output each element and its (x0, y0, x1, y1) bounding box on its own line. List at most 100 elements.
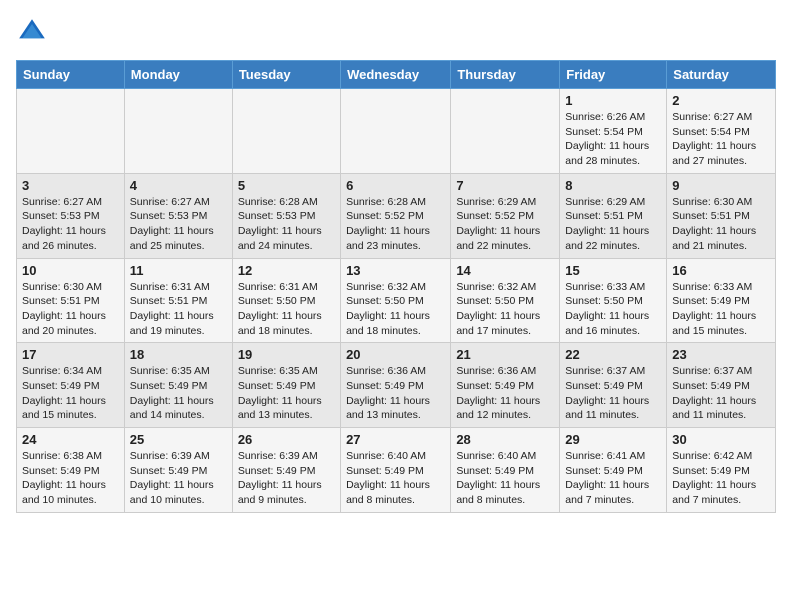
day-number: 2 (672, 93, 770, 108)
day-info: Sunrise: 6:32 AM Sunset: 5:50 PM Dayligh… (346, 280, 445, 339)
weekday-header-friday: Friday (560, 61, 667, 89)
calendar-cell: 18 Sunrise: 6:35 AM Sunset: 5:49 PM Dayli… (124, 343, 232, 428)
calendar-cell: 30Sunrise: 6:42 AM Sunset: 5:49 PM Dayli… (667, 428, 776, 513)
day-number: 1 (565, 93, 661, 108)
day-number: 24 (22, 432, 119, 447)
day-info: Sunrise: 6:27 AM Sunset: 5:53 PM Dayligh… (130, 195, 227, 254)
day-number: 26 (238, 432, 335, 447)
day-info: Sunrise: 6:39 AM Sunset: 5:49 PM Dayligh… (238, 449, 335, 508)
calendar-cell: 24 Sunrise: 6:38 AM Sunset: 5:49 PM Dayli… (17, 428, 125, 513)
day-info: Sunrise: 6:26 AM Sunset: 5:54 PM Dayligh… (565, 110, 661, 169)
logo-icon (16, 16, 48, 48)
calendar-cell: 11Sunrise: 6:31 AM Sunset: 5:51 PM Dayli… (124, 258, 232, 343)
calendar-table: SundayMondayTuesdayWednesdayThursdayFrid… (16, 60, 776, 513)
weekday-header-thursday: Thursday (451, 61, 560, 89)
calendar-cell: 27 Sunrise: 6:40 AM Sunset: 5:49 PM Dayli… (341, 428, 451, 513)
calendar-cell: 15 Sunrise: 6:33 AM Sunset: 5:50 PM Dayli… (560, 258, 667, 343)
weekday-header-sunday: Sunday (17, 61, 125, 89)
day-number: 27 (346, 432, 445, 447)
calendar-cell: 3 Sunrise: 6:27 AM Sunset: 5:53 PM Daylig… (17, 173, 125, 258)
calendar-cell: 16 Sunrise: 6:33 AM Sunset: 5:49 PM Dayli… (667, 258, 776, 343)
calendar-cell: 2 Sunrise: 6:27 AM Sunset: 5:54 PM Daylig… (667, 89, 776, 174)
day-number: 19 (238, 347, 335, 362)
calendar-week-4: 17Sunrise: 6:34 AM Sunset: 5:49 PM Dayli… (17, 343, 776, 428)
calendar-cell: 5 Sunrise: 6:28 AM Sunset: 5:53 PM Daylig… (232, 173, 340, 258)
calendar-cell: 23Sunrise: 6:37 AM Sunset: 5:49 PM Dayli… (667, 343, 776, 428)
calendar-cell: 6 Sunrise: 6:28 AM Sunset: 5:52 PM Daylig… (341, 173, 451, 258)
day-number: 20 (346, 347, 445, 362)
day-number: 10 (22, 263, 119, 278)
calendar-cell: 28 Sunrise: 6:40 AM Sunset: 5:49 PM Dayli… (451, 428, 560, 513)
day-number: 25 (130, 432, 227, 447)
calendar-cell: 9Sunrise: 6:30 AM Sunset: 5:51 PM Daylig… (667, 173, 776, 258)
calendar-cell: 13 Sunrise: 6:32 AM Sunset: 5:50 PM Dayli… (341, 258, 451, 343)
calendar-cell: 10 Sunrise: 6:30 AM Sunset: 5:51 PM Dayli… (17, 258, 125, 343)
day-info: Sunrise: 6:31 AM Sunset: 5:50 PM Dayligh… (238, 280, 335, 339)
calendar-cell: 8 Sunrise: 6:29 AM Sunset: 5:51 PM Daylig… (560, 173, 667, 258)
calendar-week-3: 10 Sunrise: 6:30 AM Sunset: 5:51 PM Dayli… (17, 258, 776, 343)
logo (16, 16, 52, 48)
day-info: Sunrise: 6:28 AM Sunset: 5:52 PM Dayligh… (346, 195, 445, 254)
calendar-body: 1 Sunrise: 6:26 AM Sunset: 5:54 PM Daylig… (17, 89, 776, 513)
calendar-cell: 22 Sunrise: 6:37 AM Sunset: 5:49 PM Dayli… (560, 343, 667, 428)
calendar-cell (451, 89, 560, 174)
day-number: 5 (238, 178, 335, 193)
day-info: Sunrise: 6:41 AM Sunset: 5:49 PM Dayligh… (565, 449, 661, 508)
calendar-cell: 12 Sunrise: 6:31 AM Sunset: 5:50 PM Dayli… (232, 258, 340, 343)
calendar-cell (124, 89, 232, 174)
day-info: Sunrise: 6:39 AM Sunset: 5:49 PM Dayligh… (130, 449, 227, 508)
day-number: 21 (456, 347, 554, 362)
day-number: 14 (456, 263, 554, 278)
day-info: Sunrise: 6:30 AM Sunset: 5:51 PM Dayligh… (672, 195, 770, 254)
day-info: Sunrise: 6:29 AM Sunset: 5:52 PM Dayligh… (456, 195, 554, 254)
calendar-week-2: 3 Sunrise: 6:27 AM Sunset: 5:53 PM Daylig… (17, 173, 776, 258)
calendar-cell: 17Sunrise: 6:34 AM Sunset: 5:49 PM Dayli… (17, 343, 125, 428)
header (16, 16, 776, 48)
weekday-header-row: SundayMondayTuesdayWednesdayThursdayFrid… (17, 61, 776, 89)
day-info: Sunrise: 6:32 AM Sunset: 5:50 PM Dayligh… (456, 280, 554, 339)
day-info: Sunrise: 6:40 AM Sunset: 5:49 PM Dayligh… (346, 449, 445, 508)
day-number: 7 (456, 178, 554, 193)
day-info: Sunrise: 6:27 AM Sunset: 5:53 PM Dayligh… (22, 195, 119, 254)
calendar-cell: 20 Sunrise: 6:36 AM Sunset: 5:49 PM Dayli… (341, 343, 451, 428)
calendar-header: SundayMondayTuesdayWednesdayThursdayFrid… (17, 61, 776, 89)
calendar-cell (232, 89, 340, 174)
day-number: 12 (238, 263, 335, 278)
day-info: Sunrise: 6:30 AM Sunset: 5:51 PM Dayligh… (22, 280, 119, 339)
day-number: 15 (565, 263, 661, 278)
calendar-cell: 19 Sunrise: 6:35 AM Sunset: 5:49 PM Dayli… (232, 343, 340, 428)
calendar-cell: 7 Sunrise: 6:29 AM Sunset: 5:52 PM Daylig… (451, 173, 560, 258)
weekday-header-tuesday: Tuesday (232, 61, 340, 89)
day-info: Sunrise: 6:33 AM Sunset: 5:50 PM Dayligh… (565, 280, 661, 339)
day-info: Sunrise: 6:37 AM Sunset: 5:49 PM Dayligh… (565, 364, 661, 423)
day-number: 28 (456, 432, 554, 447)
day-number: 22 (565, 347, 661, 362)
day-info: Sunrise: 6:29 AM Sunset: 5:51 PM Dayligh… (565, 195, 661, 254)
calendar-cell: 14 Sunrise: 6:32 AM Sunset: 5:50 PM Dayli… (451, 258, 560, 343)
calendar-cell: 26 Sunrise: 6:39 AM Sunset: 5:49 PM Dayli… (232, 428, 340, 513)
day-info: Sunrise: 6:38 AM Sunset: 5:49 PM Dayligh… (22, 449, 119, 508)
day-number: 6 (346, 178, 445, 193)
weekday-header-saturday: Saturday (667, 61, 776, 89)
day-info: Sunrise: 6:33 AM Sunset: 5:49 PM Dayligh… (672, 280, 770, 339)
calendar-cell: 29 Sunrise: 6:41 AM Sunset: 5:49 PM Dayli… (560, 428, 667, 513)
day-info: Sunrise: 6:36 AM Sunset: 5:49 PM Dayligh… (346, 364, 445, 423)
day-number: 18 (130, 347, 227, 362)
day-info: Sunrise: 6:28 AM Sunset: 5:53 PM Dayligh… (238, 195, 335, 254)
day-number: 4 (130, 178, 227, 193)
day-info: Sunrise: 6:35 AM Sunset: 5:49 PM Dayligh… (130, 364, 227, 423)
calendar-cell: 21Sunrise: 6:36 AM Sunset: 5:49 PM Dayli… (451, 343, 560, 428)
day-number: 17 (22, 347, 119, 362)
day-info: Sunrise: 6:40 AM Sunset: 5:49 PM Dayligh… (456, 449, 554, 508)
day-number: 11 (130, 263, 227, 278)
day-number: 16 (672, 263, 770, 278)
calendar-week-5: 24 Sunrise: 6:38 AM Sunset: 5:49 PM Dayli… (17, 428, 776, 513)
calendar-cell (341, 89, 451, 174)
day-info: Sunrise: 6:35 AM Sunset: 5:49 PM Dayligh… (238, 364, 335, 423)
weekday-header-wednesday: Wednesday (341, 61, 451, 89)
day-number: 29 (565, 432, 661, 447)
day-number: 3 (22, 178, 119, 193)
day-number: 8 (565, 178, 661, 193)
day-info: Sunrise: 6:27 AM Sunset: 5:54 PM Dayligh… (672, 110, 770, 169)
day-number: 13 (346, 263, 445, 278)
